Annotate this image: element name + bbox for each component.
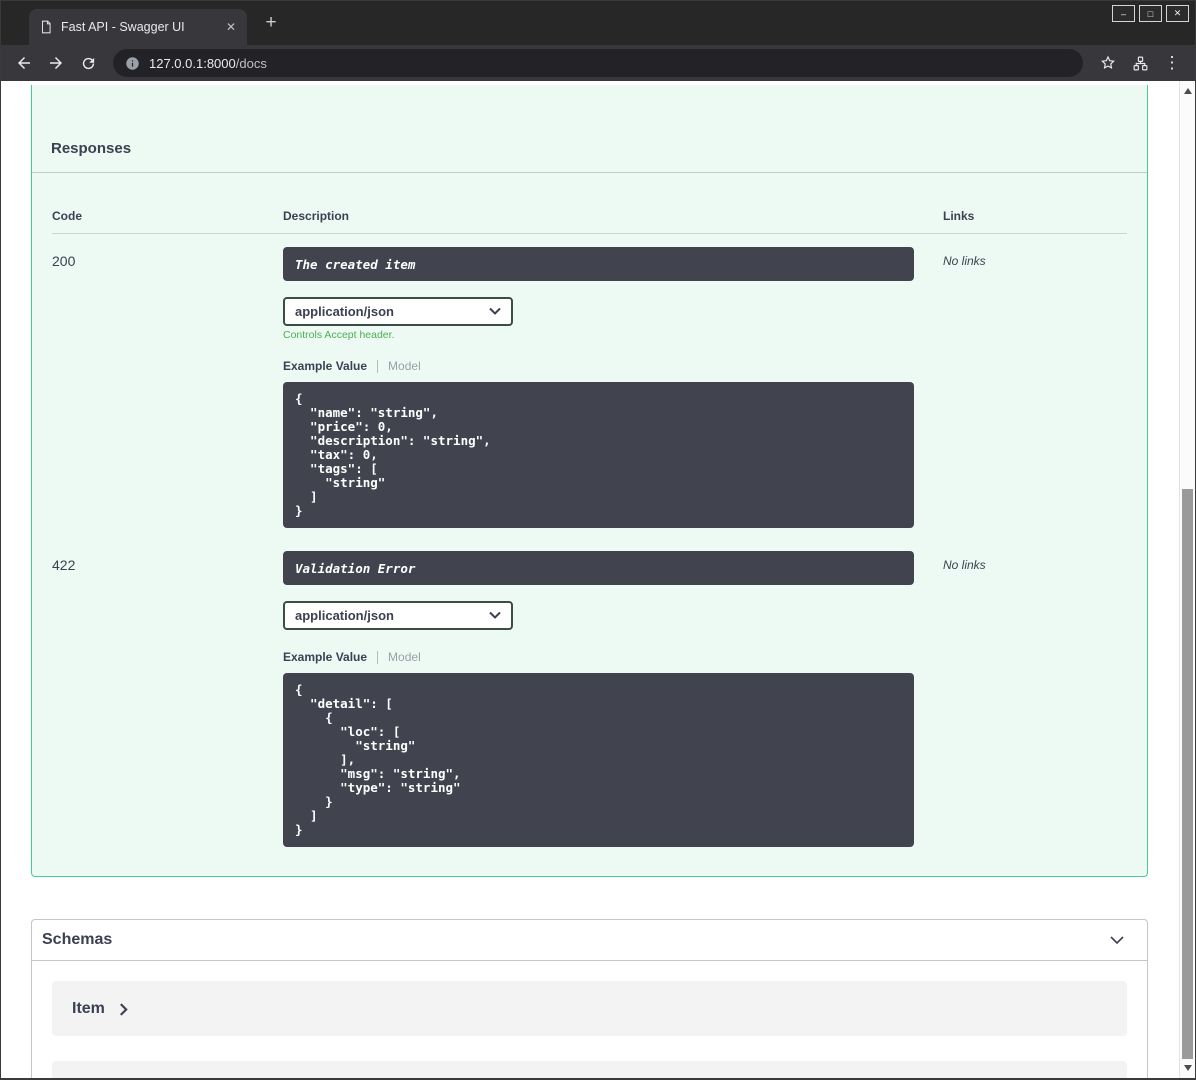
response-description: Validation Error xyxy=(283,551,914,585)
window-minimize-button[interactable]: – xyxy=(1112,5,1135,22)
url-host: 127.0.0.1:8000 xyxy=(149,55,236,71)
media-type-select-wrap: application/json xyxy=(283,601,513,630)
swagger-docs-page: Responses Code Description Links 200 The… xyxy=(1,85,1179,1078)
scroll-down-arrow-icon[interactable] xyxy=(1184,1065,1192,1071)
extensions-button[interactable] xyxy=(1125,48,1155,78)
tab-example-value[interactable]: Example Value xyxy=(283,650,367,664)
window-close-button[interactable]: ✕ xyxy=(1166,5,1189,22)
forward-arrow-icon xyxy=(50,57,62,69)
browser-window: Fast API - Swagger UI ✕ + – □ ✕ 127.0.0.… xyxy=(0,0,1196,1080)
browser-titlebar: Fast API - Swagger UI ✕ + – □ ✕ xyxy=(1,1,1195,45)
response-description-cell: The created item application/json Contro… xyxy=(283,247,943,538)
reload-icon xyxy=(82,57,94,69)
chevron-right-icon xyxy=(119,1003,128,1016)
chevron-down-icon[interactable] xyxy=(1107,930,1127,950)
tab-model[interactable]: Model xyxy=(388,650,421,664)
post-opblock-responses-section: Responses Code Description Links 200 The… xyxy=(31,85,1148,877)
schema-model-validationerror[interactable]: ValidationError xyxy=(52,1061,1127,1078)
tab-title: Fast API - Swagger UI xyxy=(61,20,185,34)
bookmark-star-icon xyxy=(1101,55,1115,69)
example-model-tabs: Example Value Model xyxy=(283,650,943,664)
response-links: No links xyxy=(943,254,986,268)
new-tab-button[interactable]: + xyxy=(259,12,283,36)
schemas-header[interactable]: Schemas xyxy=(32,920,1147,961)
example-json-block: { "detail": [ { "loc": [ "string" ], "ms… xyxy=(283,673,914,847)
back-button[interactable] xyxy=(9,48,39,78)
back-arrow-icon xyxy=(18,57,30,69)
response-code: 200 xyxy=(52,253,76,269)
extensions-icon xyxy=(1133,56,1147,70)
site-info-icon[interactable] xyxy=(125,56,140,71)
page-favicon-icon xyxy=(39,20,53,34)
scroll-up-arrow-icon[interactable] xyxy=(1184,88,1192,94)
response-row-422: 422 Validation Error application/json Ex… xyxy=(52,538,1127,857)
accept-header-note: Controls Accept header. xyxy=(283,329,395,341)
window-maximize-button[interactable]: □ xyxy=(1139,5,1162,22)
url-path: /docs xyxy=(235,55,267,71)
tab-separator xyxy=(377,650,379,664)
column-header-code: Code xyxy=(52,209,82,223)
url-text: 127.0.0.1:8000/docs xyxy=(149,56,267,71)
response-description-cell: Validation Error application/json Exampl… xyxy=(283,551,943,857)
forward-button[interactable] xyxy=(41,48,71,78)
schemas-section: Schemas Item ValidationError xyxy=(31,919,1148,1078)
response-links: No links xyxy=(943,558,986,572)
bookmark-button[interactable] xyxy=(1093,48,1123,78)
media-type-select-wrap: application/json xyxy=(283,297,513,326)
media-type-select[interactable]: application/json xyxy=(283,601,513,630)
responses-heading: Responses xyxy=(32,85,1147,173)
response-description: The created item xyxy=(283,247,914,281)
schemas-title: Schemas xyxy=(42,931,113,948)
scrollbar-thumb[interactable] xyxy=(1182,489,1193,1059)
url-bar[interactable]: 127.0.0.1:8000/docs xyxy=(113,49,1083,77)
tab-example-value[interactable]: Example Value xyxy=(283,359,367,373)
schemas-body: Item ValidationError xyxy=(32,961,1147,1078)
browser-toolbar: 127.0.0.1:8000/docs ⋮ xyxy=(1,45,1195,81)
column-header-links: Links xyxy=(943,209,975,223)
example-json-block: { "name": "string", "price": 0, "descrip… xyxy=(283,382,914,528)
reload-button[interactable] xyxy=(73,48,103,78)
window-controls: – □ ✕ xyxy=(1112,5,1189,22)
tab-separator xyxy=(377,359,379,373)
page-viewport: Responses Code Description Links 200 The… xyxy=(1,81,1195,1078)
responses-table-header: Code Description Links xyxy=(52,209,1127,234)
kebab-menu-icon: ⋮ xyxy=(1163,53,1181,72)
media-type-select[interactable]: application/json xyxy=(283,297,513,326)
browser-tab[interactable]: Fast API - Swagger UI ✕ xyxy=(29,9,247,45)
tab-close-icon[interactable]: ✕ xyxy=(223,19,239,35)
response-code: 422 xyxy=(52,557,76,573)
model-name: Item xyxy=(72,999,105,1017)
response-row-200: 200 The created item application/json Co… xyxy=(52,234,1127,538)
browser-menu-button[interactable]: ⋮ xyxy=(1157,48,1187,78)
example-model-tabs: Example Value Model xyxy=(283,359,943,373)
responses-table: Code Description Links 200 The created i… xyxy=(32,173,1147,876)
page-scrollbar[interactable] xyxy=(1179,81,1195,1078)
schema-model-item[interactable]: Item xyxy=(52,981,1127,1036)
column-header-description: Description xyxy=(283,209,350,223)
tab-model[interactable]: Model xyxy=(388,359,421,373)
